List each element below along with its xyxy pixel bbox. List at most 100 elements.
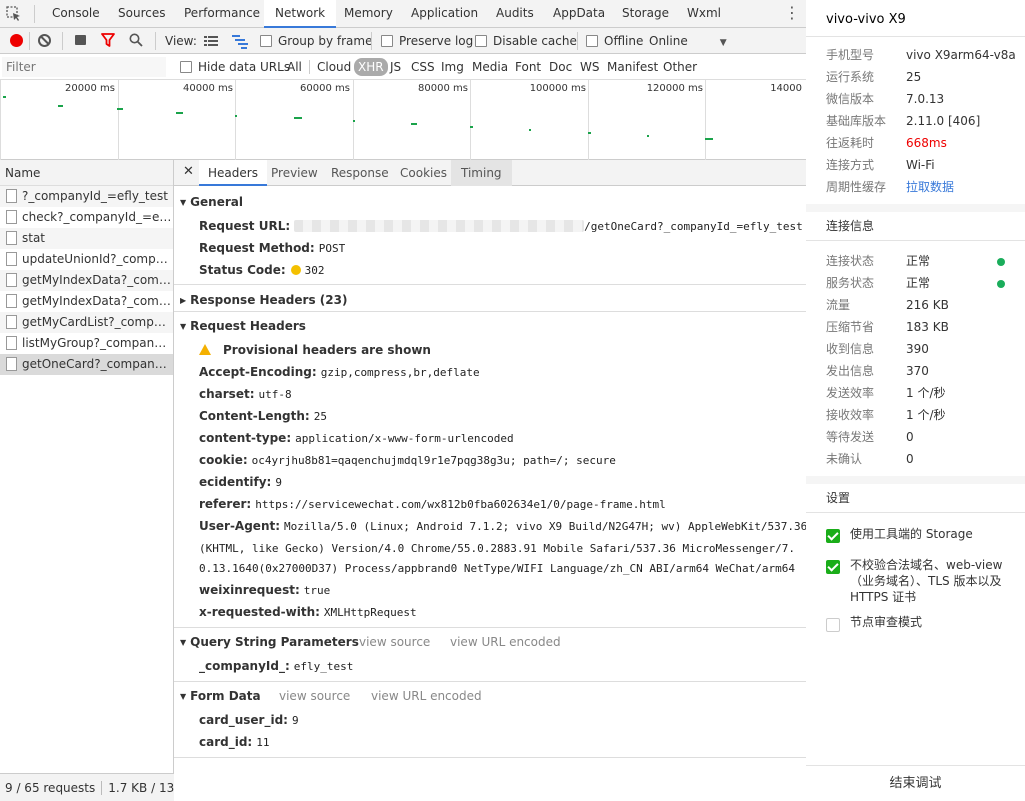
request-row[interactable]: listMyGroup?_companyId... bbox=[0, 333, 173, 354]
info-key: 发出信息 bbox=[826, 364, 875, 378]
section-divider bbox=[174, 681, 806, 682]
use-local-storage-checkbox[interactable] bbox=[826, 529, 840, 543]
waterfall-icon[interactable] bbox=[232, 28, 248, 54]
request-row[interactable]: ?_companyId_=efly_test bbox=[0, 186, 173, 207]
request-list-header[interactable]: Name bbox=[0, 160, 173, 186]
header-row: cookie: oc4yrjhu8b81=qaqenchujmdql9r1e7pq… bbox=[199, 453, 616, 467]
user-agent-continuation: (KHTML, like Gecko) Version/4.0 Chrome/5… bbox=[199, 541, 795, 555]
form-view-url-encoded-link[interactable]: view URL encoded bbox=[371, 689, 482, 703]
request-name: stat bbox=[22, 231, 46, 245]
response-headers-toggle[interactable]: ▶ Response Headers (23) bbox=[180, 293, 347, 307]
filter-input[interactable] bbox=[2, 57, 166, 77]
filter-type-doc[interactable]: Doc bbox=[549, 54, 572, 80]
node-inspect-checkbox[interactable] bbox=[826, 618, 840, 632]
info-value: 183 KB bbox=[906, 320, 949, 334]
request-headers-toggle[interactable]: ▼ Request Headers bbox=[180, 319, 306, 333]
param-key: _companyId_: bbox=[199, 659, 290, 673]
clear-icon[interactable] bbox=[38, 34, 51, 47]
throttling-select[interactable]: Online ▼ bbox=[649, 28, 727, 54]
request-row[interactable]: getMyIndexData?_compa... bbox=[0, 270, 173, 291]
tab-console[interactable]: Console bbox=[52, 0, 100, 28]
tab-audits[interactable]: Audits bbox=[496, 0, 534, 28]
section-divider bbox=[174, 284, 806, 285]
request-row[interactable]: stat bbox=[0, 228, 173, 249]
filter-type-css[interactable]: CSS bbox=[411, 54, 435, 80]
filter-type-img[interactable]: Img bbox=[441, 54, 464, 80]
query-params-toggle[interactable]: ▼ Query String Parameters bbox=[180, 635, 359, 649]
filter-type-font[interactable]: Font bbox=[515, 54, 541, 80]
fetch-data-link[interactable]: 拉取数据 bbox=[906, 176, 954, 198]
tab-cookies[interactable]: Cookies bbox=[400, 160, 447, 186]
filter-type-ws[interactable]: WS bbox=[580, 54, 599, 80]
record-button[interactable] bbox=[10, 34, 23, 47]
request-row[interactable]: check?_companyId_=efly_... bbox=[0, 207, 173, 228]
more-options-icon[interactable]: ⋮ bbox=[784, 2, 800, 24]
overview-request-bar bbox=[176, 112, 183, 114]
general-section-toggle[interactable]: ▼ General bbox=[180, 195, 243, 209]
screenshot-camera-icon[interactable] bbox=[75, 35, 86, 45]
use-local-storage-label: 使用工具端的 Storage bbox=[850, 527, 973, 541]
query-view-source-link[interactable]: view source bbox=[359, 635, 430, 649]
form-view-source-link[interactable]: view source bbox=[279, 689, 350, 703]
filter-type-cloud[interactable]: Cloud bbox=[317, 54, 351, 80]
tab-network[interactable]: Network bbox=[264, 0, 337, 28]
tab-preview[interactable]: Preview bbox=[271, 160, 318, 186]
disable-cache-checkbox[interactable]: Disable cache bbox=[475, 28, 577, 54]
form-data-toggle[interactable]: ▼ Form Data bbox=[180, 689, 261, 703]
header-key: charset: bbox=[199, 387, 255, 401]
info-key: 周期性缓存 bbox=[826, 180, 887, 194]
tab-wxml[interactable]: Wxml bbox=[687, 0, 721, 28]
tab-sources[interactable]: Sources bbox=[118, 0, 165, 28]
info-value: 正常 bbox=[906, 276, 931, 290]
status-code-key: Status Code: bbox=[199, 263, 286, 277]
tab-storage[interactable]: Storage bbox=[622, 0, 669, 28]
tab-memory[interactable]: Memory bbox=[344, 0, 393, 28]
request-row[interactable]: getMyIndexData?_compa... bbox=[0, 291, 173, 312]
filter-type-all[interactable]: All bbox=[287, 54, 302, 80]
offline-checkbox[interactable]: Offline bbox=[586, 28, 643, 54]
end-debug-button[interactable]: 结束调试 bbox=[806, 765, 1025, 801]
info-key: 收到信息 bbox=[826, 342, 875, 356]
hide-data-urls-checkbox[interactable]: Hide data URLs bbox=[180, 54, 290, 80]
skip-domain-check-checkbox[interactable] bbox=[826, 560, 840, 574]
tab-timing[interactable]: Timing bbox=[451, 160, 512, 186]
filter-type-media[interactable]: Media bbox=[472, 54, 508, 80]
tab-headers[interactable]: Headers bbox=[199, 160, 267, 186]
filter-funnel-icon[interactable] bbox=[101, 33, 115, 47]
app: Console Sources Performance Network Memo… bbox=[0, 0, 1025, 801]
search-icon[interactable] bbox=[129, 33, 143, 47]
request-row[interactable]: getMyCardList?_company... bbox=[0, 312, 173, 333]
request-row[interactable]: updateUnionId?_compan... bbox=[0, 249, 173, 270]
remote-debug-panel: vivo-vivo X9 手机型号 vivo X9arm64-v8a 运行系统 25… bbox=[806, 0, 1025, 801]
info-key: 连接状态 bbox=[826, 254, 875, 268]
network-overview-timeline[interactable]: 20000 ms 40000 ms 60000 ms 80000 ms 1000… bbox=[0, 80, 806, 160]
filter-type-manifest[interactable]: Manifest bbox=[607, 54, 658, 80]
panel-divider bbox=[806, 36, 1025, 37]
tab-appdata[interactable]: AppData bbox=[553, 0, 605, 28]
tab-performance[interactable]: Performance bbox=[184, 0, 260, 28]
request-row-selected[interactable]: getOneCard?_companyId... bbox=[0, 354, 173, 375]
large-rows-icon[interactable] bbox=[204, 28, 218, 54]
preserve-log-checkbox[interactable]: Preserve log bbox=[381, 28, 473, 54]
header-row: weixinrequest: true bbox=[199, 583, 330, 597]
overview-gridline bbox=[705, 80, 706, 160]
query-view-url-encoded-link[interactable]: view URL encoded bbox=[450, 635, 561, 649]
request-method-key: Request Method: bbox=[199, 241, 315, 255]
group-by-frame-checkbox[interactable]: Group by frame bbox=[260, 28, 372, 54]
tab-response[interactable]: Response bbox=[331, 160, 389, 186]
request-url-key: Request URL: bbox=[199, 219, 291, 233]
connection-row: 压缩节省 183 KB bbox=[826, 316, 1016, 338]
tab-application[interactable]: Application bbox=[411, 0, 478, 28]
filter-type-js[interactable]: JS bbox=[390, 54, 401, 80]
toolbar-divider bbox=[155, 32, 156, 50]
connection-row: 流量 216 KB bbox=[826, 294, 1016, 316]
overview-gridline bbox=[235, 80, 236, 160]
offline-label: Offline bbox=[604, 34, 644, 48]
filter-type-xhr[interactable]: XHR bbox=[354, 58, 388, 76]
header-value: utf-8 bbox=[258, 388, 292, 401]
close-icon[interactable]: ✕ bbox=[183, 164, 194, 179]
filter-type-other[interactable]: Other bbox=[663, 54, 697, 80]
inspect-element-icon[interactable] bbox=[6, 6, 22, 22]
info-key: 流量 bbox=[826, 298, 851, 312]
overview-time-label: 40000 ms bbox=[183, 83, 233, 94]
